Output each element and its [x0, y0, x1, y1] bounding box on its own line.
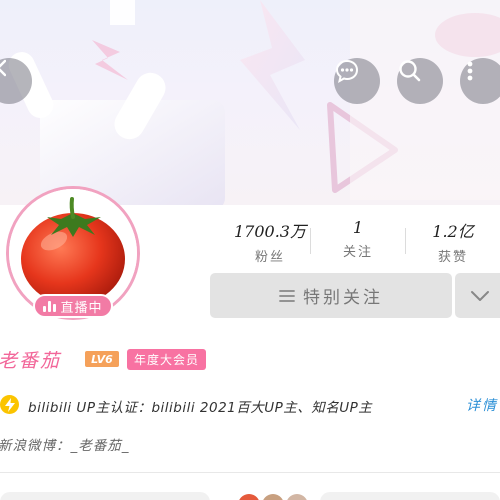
stat-followers[interactable]: 1700.3万 粉丝: [222, 218, 318, 265]
profile-stats: 1700.3万 粉丝 1 关注 1.2亿 获赞: [210, 218, 500, 268]
search-icon: [399, 60, 421, 82]
preview-thumbnail: [238, 494, 260, 500]
live-badge-label: 直播中: [60, 300, 103, 316]
more-vertical-icon: [467, 61, 473, 81]
section-divider: [0, 472, 500, 473]
live-status-badge[interactable]: 直播中: [33, 294, 113, 318]
chevron-left-icon: [0, 59, 6, 77]
more-options-button[interactable]: [460, 58, 500, 104]
verification-text: bilibili UP主认证：bilibili 2021百大UP主、知名UP主: [28, 400, 373, 416]
stat-label: 关注: [342, 245, 373, 260]
message-button[interactable]: [334, 58, 380, 104]
follow-button-label: 特别关注: [303, 288, 383, 308]
live-bars-icon: [43, 300, 57, 312]
menu-lines-icon: [279, 289, 295, 302]
preview-pill: [320, 492, 500, 500]
stat-value: 1700.3万: [234, 222, 306, 241]
stat-following[interactable]: 1 关注: [310, 218, 406, 260]
level-badge: LV6: [85, 351, 119, 367]
details-link[interactable]: 详情: [466, 395, 498, 415]
follow-dropdown-button[interactable]: [455, 273, 500, 318]
preview-thumbnail: [286, 494, 308, 500]
chevron-down-icon: [471, 290, 489, 301]
chat-bubble-icon: [335, 59, 359, 83]
special-follow-button[interactable]: 特别关注: [210, 273, 452, 318]
stat-label: 获赞: [437, 250, 468, 265]
stat-label: 粉丝: [254, 250, 285, 265]
lightning-verify-icon: [0, 395, 19, 414]
user-name: 老番茄: [0, 350, 62, 372]
vip-badge[interactable]: 年度大会员: [127, 349, 207, 370]
stat-value: 1.2亿: [432, 222, 474, 241]
content-preview-strip: [0, 488, 500, 500]
search-button[interactable]: [397, 58, 443, 104]
preview-pill: [0, 492, 210, 500]
weibo-link[interactable]: 新浪微博：_老番茄_: [0, 434, 130, 454]
stat-likes[interactable]: 1.2亿 获赞: [405, 218, 500, 265]
preview-thumbnail: [262, 494, 284, 500]
stat-value: 1: [352, 218, 364, 237]
profile-banner: [0, 0, 500, 205]
